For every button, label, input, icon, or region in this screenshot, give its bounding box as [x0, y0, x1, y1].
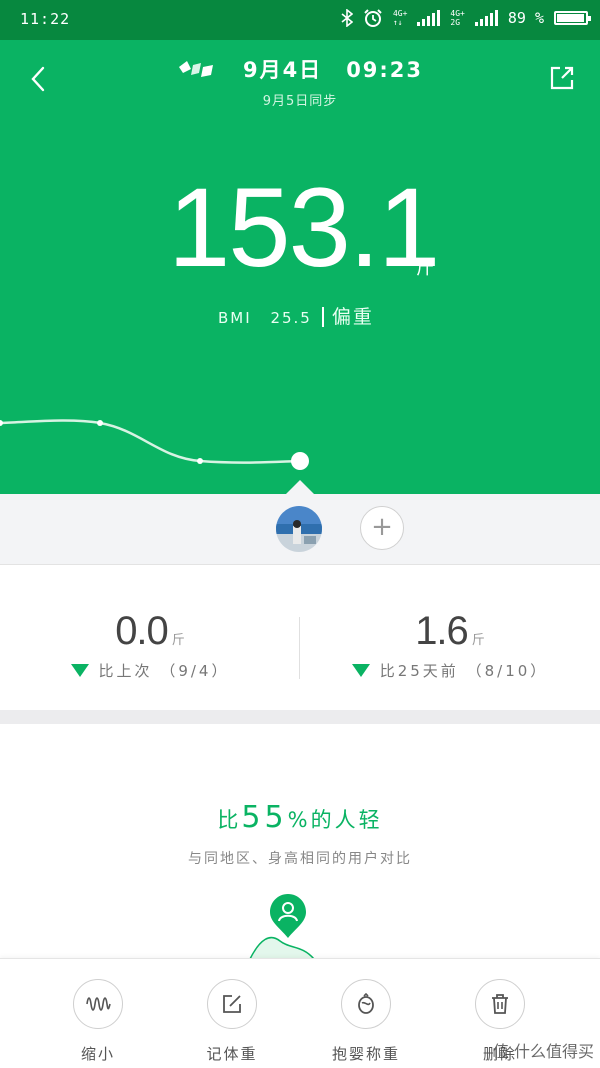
record-weight-circle[interactable] — [207, 979, 257, 1029]
compare-25days-date: （8/10） — [466, 662, 549, 680]
weight-trend-chart[interactable] — [0, 370, 600, 494]
compare-25days-value: 1.6 — [415, 609, 469, 653]
user-pin-icon — [270, 894, 306, 938]
add-user-button[interactable]: + — [360, 506, 404, 550]
trend-point — [0, 420, 3, 426]
percentile-prefix: 比 — [217, 808, 242, 832]
alarm-icon — [364, 9, 382, 27]
trend-point — [97, 420, 103, 426]
baby-weigh-circle[interactable] — [341, 979, 391, 1029]
record-weight-button[interactable]: 记体重 — [172, 979, 292, 1064]
compare-last-value: 0.0 — [115, 609, 169, 653]
trend-line — [0, 419, 301, 464]
bottom-toolbar: 缩小 记体重 抱婴称重 删除 值 什么值得买 — [0, 958, 600, 1068]
bmi-value: 25.5 — [270, 309, 312, 327]
delete-button-circle[interactable] — [475, 979, 525, 1029]
current-pointer — [286, 480, 314, 494]
compare-last-date: （9/4） — [160, 662, 230, 680]
compare-25days-label: 比25天前 — [379, 662, 459, 680]
section-gap — [0, 710, 600, 724]
measurement-header: 9月4日 09:23 9月5日同步 153.1 斤 BMI 25.5 偏重 — [0, 40, 600, 494]
user-switcher: + — [0, 494, 600, 565]
device-logo-icon — [178, 61, 213, 77]
weight-comparison: 0.0 斤 比上次 （9/4） 1.6 斤 比25天前 （8/10） — [0, 565, 600, 710]
signal2-icon — [474, 10, 498, 26]
percentile-subtitle: 与同地区、身高相同的用户对比 — [188, 851, 412, 867]
compare-25days-unit: 斤 — [471, 633, 485, 648]
battery-percent: 89 % — [507, 9, 544, 27]
percentile-suffix: %的人轻 — [287, 808, 383, 832]
sync-text: 9月5日同步 — [262, 94, 338, 109]
battery-level — [557, 14, 584, 22]
compare-25days: 1.6 斤 比25天前 （8/10） — [300, 609, 600, 681]
bluetooth-icon — [341, 9, 353, 27]
record-weight-label: 记体重 — [206, 1045, 258, 1063]
bmi-summary: BMI 25.5 偏重 — [218, 302, 374, 329]
network2-indicator: 4G+ 2G — [450, 9, 465, 27]
measurement-datetime: 9月4日 09:23 — [0, 54, 600, 84]
battery-icon — [554, 11, 591, 25]
baby-weigh-label: 抱婴称重 — [331, 1045, 400, 1063]
percentile-card: 比55%的人轻 与同地区、身高相同的用户对比 — [0, 724, 600, 959]
weight-unit: 斤 — [416, 258, 434, 279]
bmi-status: 偏重 — [331, 306, 374, 328]
share-icon[interactable] — [548, 64, 576, 92]
measurement-date: 9月4日 — [242, 58, 323, 82]
bmi-label: BMI — [218, 309, 252, 327]
status-bar: 11:22 4G+ ↑↓ 4G+ 2G 89 % — [0, 0, 600, 40]
percentile-value: 55 — [241, 800, 288, 835]
network1-indicator: 4G+ ↑↓ — [392, 9, 408, 27]
compare-last: 0.0 斤 比上次 （9/4） — [0, 609, 300, 681]
baby-icon — [358, 993, 374, 1014]
measurement-time: 09:23 — [346, 58, 424, 82]
compare-last-label: 比上次 — [98, 662, 153, 680]
compare-last-unit: 斤 — [171, 633, 185, 648]
shrink-button[interactable]: 缩小 — [38, 979, 158, 1064]
edit-icon — [223, 995, 241, 1013]
bmi-divider — [321, 307, 324, 327]
wave-icon — [86, 997, 111, 1011]
weight-value: 153.1 — [168, 165, 440, 290]
trend-point — [197, 458, 203, 464]
trend-point-current — [291, 452, 309, 470]
watermark: 值 什么值得买 — [492, 1042, 594, 1061]
trash-icon — [492, 994, 508, 1014]
signal1-icon — [417, 10, 441, 26]
baby-weigh-button[interactable]: 抱婴称重 — [306, 979, 426, 1064]
status-icons: 4G+ ↑↓ 4G+ 2G 89 % — [341, 8, 591, 28]
avatar[interactable] — [276, 506, 322, 552]
shrink-label: 缩小 — [80, 1045, 115, 1063]
shrink-button-circle[interactable] — [73, 979, 123, 1029]
status-time: 11:22 — [20, 10, 71, 28]
percentile-headline: 比55%的人轻 — [0, 800, 600, 835]
down-triangle-icon — [70, 664, 89, 677]
down-triangle-icon — [351, 664, 370, 677]
